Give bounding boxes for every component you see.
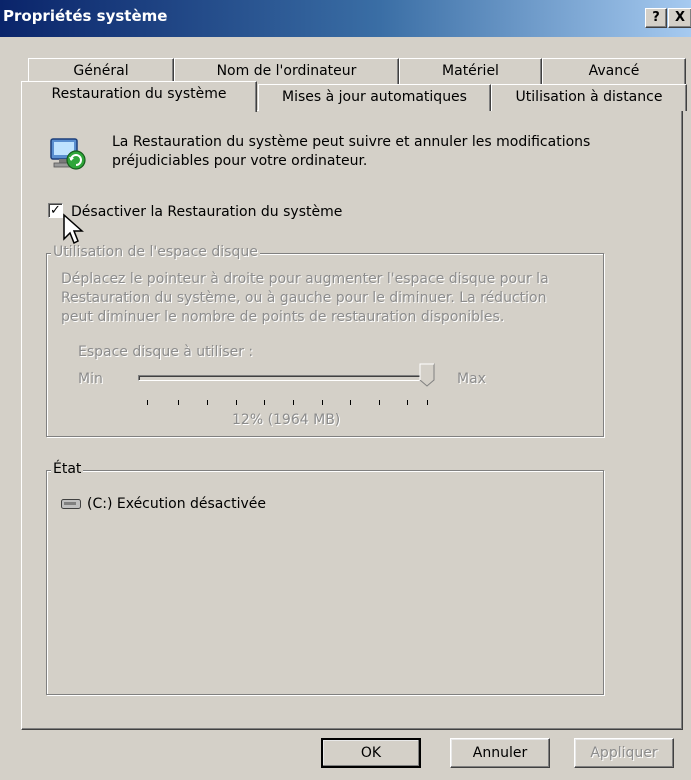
disk-usage-desc-3: peut diminuer le nombre de points de res… bbox=[61, 309, 505, 325]
disable-restore-checkbox[interactable]: ✓ bbox=[48, 203, 63, 218]
disable-restore-label[interactable]: Désactiver la Restauration du système bbox=[71, 204, 342, 220]
help-button[interactable]: ? bbox=[645, 8, 667, 28]
drive-icon bbox=[61, 498, 81, 510]
close-button[interactable]: X bbox=[668, 8, 691, 28]
system-restore-icon bbox=[48, 134, 88, 174]
disk-space-label: Espace disque à utiliser : bbox=[78, 344, 254, 360]
disk-usage-desc-2: Restauration du système, ou à gauche pou… bbox=[61, 290, 547, 306]
window-title: Propriétés système bbox=[3, 7, 168, 25]
disk-space-slider-track[interactable] bbox=[138, 375, 431, 381]
title-bar: Propriétés système ? X bbox=[0, 0, 691, 37]
disk-usage-desc-1: Déplacez le pointeur à droite pour augme… bbox=[61, 271, 549, 287]
tab-system-restore[interactable]: Restauration du système bbox=[21, 81, 257, 112]
tab-automatic-updates[interactable]: Mises à jour automatiques bbox=[258, 84, 491, 111]
tab-hardware[interactable]: Matériel bbox=[399, 58, 542, 85]
disk-usage-title: Utilisation de l'espace disque bbox=[51, 244, 260, 260]
intro-text-line1: La Restauration du système peut suivre e… bbox=[112, 134, 591, 150]
mouse-cursor-icon bbox=[62, 213, 84, 245]
cancel-button[interactable]: Annuler bbox=[450, 738, 550, 768]
drive-status-text: (C:) Exécution désactivée bbox=[87, 496, 266, 512]
tab-row-front: Restauration du système Mises à jour aut… bbox=[21, 81, 687, 112]
slider-max-label: Max bbox=[457, 371, 486, 387]
slider-min-label: Min bbox=[78, 371, 103, 387]
apply-button[interactable]: Appliquer bbox=[574, 738, 674, 768]
tab-advanced[interactable]: Avancé bbox=[542, 58, 686, 85]
tab-remote[interactable]: Utilisation à distance bbox=[491, 84, 687, 111]
status-title: État bbox=[51, 461, 84, 477]
disk-space-slider-thumb[interactable] bbox=[419, 363, 435, 387]
disk-space-value: 12% (1964 MB) bbox=[232, 412, 341, 428]
intro-text-line2: préjudiciables pour votre ordinateur. bbox=[112, 153, 368, 169]
ok-button[interactable]: OK bbox=[321, 738, 421, 768]
